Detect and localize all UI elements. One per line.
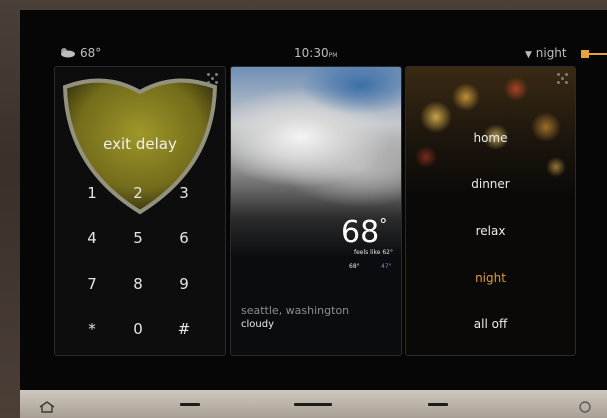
status-time: 10:30PM [294, 46, 337, 60]
callout-line [589, 53, 607, 55]
keypad-key-2[interactable]: 2 [125, 184, 151, 202]
power-button-icon[interactable] [579, 398, 591, 417]
keypad-key-6[interactable]: 6 [171, 229, 197, 247]
scene-dinner[interactable]: dinner [406, 177, 575, 191]
keypad-key-8[interactable]: 8 [125, 275, 151, 293]
feels-like-text: feels like 62° [353, 249, 393, 256]
scenes-panel[interactable]: home dinner relax night all off [405, 66, 576, 356]
scene-relax[interactable]: relax [406, 224, 575, 238]
expand-icon[interactable] [207, 73, 219, 85]
current-temperature: 68° [341, 215, 387, 250]
exit-delay-label: exit delay [103, 135, 177, 153]
keypad-key-hash[interactable]: # [171, 320, 197, 338]
keypad-key-1[interactable]: 1 [79, 184, 105, 202]
scene-home[interactable]: home [406, 131, 575, 145]
low-temperature: 47° [381, 263, 392, 270]
time-value: 10:30 [294, 46, 329, 60]
scene-all-off[interactable]: all off [406, 317, 575, 331]
keypad-key-7[interactable]: 7 [79, 275, 105, 293]
page-indicator-1[interactable] [180, 403, 200, 406]
status-temperature: 68° [80, 46, 102, 60]
page-indicator-2[interactable] [294, 403, 332, 406]
location-label: seattle, washington [241, 304, 350, 317]
expand-icon[interactable] [557, 73, 569, 85]
time-suffix: PM [328, 52, 338, 59]
weather-panel[interactable]: 68° feels like 62° 68° 47° seattle, wash… [230, 66, 402, 356]
security-panel[interactable]: exit delay 1 2 3 4 5 6 7 8 9 * 0 # [54, 66, 226, 356]
mode-label: night [535, 46, 567, 60]
keypad-key-star[interactable]: * [79, 320, 105, 338]
chevron-down-icon: ▼ [525, 50, 532, 60]
page-indicator-3[interactable] [428, 403, 448, 406]
condition-label: cloudy [241, 319, 274, 330]
keypad-key-9[interactable]: 9 [171, 275, 197, 293]
temperature-value: 68 [341, 215, 380, 250]
callout-marker [581, 50, 589, 58]
high-temperature: 68° [349, 263, 360, 270]
home-icon[interactable] [38, 398, 56, 417]
weather-cloud-icon [58, 46, 76, 61]
keypad-key-3[interactable]: 3 [171, 184, 197, 202]
degree-symbol: ° [379, 215, 388, 234]
keypad-key-0[interactable]: 0 [125, 320, 151, 338]
keypad-key-4[interactable]: 4 [79, 229, 105, 247]
scene-night[interactable]: night [406, 271, 575, 285]
keypad-key-5[interactable]: 5 [125, 229, 151, 247]
mode-selector[interactable]: ▼ night [525, 46, 567, 60]
